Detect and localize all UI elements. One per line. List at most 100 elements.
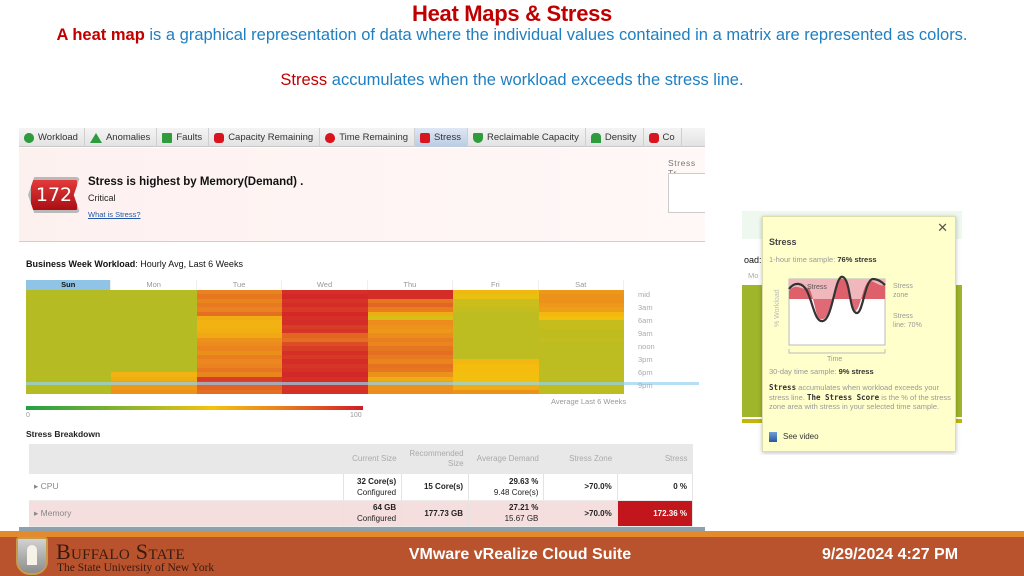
see-video-label: See video bbox=[783, 432, 819, 442]
heatmap-day-tue[interactable]: Tue bbox=[197, 280, 283, 290]
scale-min-label: 0 bbox=[26, 412, 30, 419]
heatmap-cell[interactable] bbox=[367, 389, 454, 394]
current-size-sub: Configured bbox=[356, 487, 397, 497]
zone-label-2: zone bbox=[893, 292, 908, 299]
tab-workload[interactable]: Workload bbox=[19, 128, 85, 147]
heatmap-column-sat bbox=[538, 290, 624, 394]
heatmap-day-mon[interactable]: Mon bbox=[111, 280, 197, 290]
heatmap-column-wed bbox=[282, 290, 368, 394]
heatmap-day-sat[interactable]: Sat bbox=[539, 280, 624, 290]
tab-reclaimable-capacity[interactable]: Reclaimable Capacity bbox=[468, 128, 586, 147]
table-row[interactable]: ▸ Memory 64 GB Configured 177.73 GB 27.21… bbox=[29, 500, 694, 527]
tooltip-description: Stress accumulates when workload exceeds… bbox=[769, 383, 953, 412]
stress-headline: Stress is highest by Memory(Demand) . bbox=[88, 176, 304, 188]
tab-density[interactable]: Density bbox=[586, 128, 644, 147]
row-name-label: Memory bbox=[40, 507, 72, 518]
heatmap-cell[interactable] bbox=[111, 389, 197, 394]
expand-arrow-icon[interactable]: ▸ bbox=[34, 508, 41, 518]
stress-breakdown-table: Current Size Recommended Size Average De… bbox=[29, 444, 694, 527]
heatmap-cell[interactable] bbox=[282, 389, 368, 394]
expand-arrow-icon[interactable]: ▸ bbox=[34, 481, 41, 491]
col-header-stress-zone[interactable]: Stress Zone bbox=[543, 444, 618, 474]
tab-label: Stress bbox=[434, 132, 461, 143]
heatmap-cell[interactable] bbox=[196, 389, 283, 394]
tab-capacity-remaining[interactable]: Capacity Remaining bbox=[209, 128, 321, 147]
stress-tooltip-screenshot: oad: Mo ✕ Stress 1-hour time sample: 76%… bbox=[742, 211, 962, 455]
heat-map-term: A heat map bbox=[56, 26, 145, 44]
faults-icon bbox=[162, 132, 173, 143]
average-demand-value: 27.21 % bbox=[509, 503, 539, 512]
stress-zone-cell: >70.0% bbox=[543, 474, 618, 501]
hour-sample: 1-hour time sample: 76% stress bbox=[769, 255, 877, 264]
row-name[interactable]: ▸ CPU bbox=[29, 474, 345, 501]
heatmap-column-fri bbox=[453, 290, 539, 394]
average-demand-sub: 15.67 GB bbox=[504, 514, 539, 523]
stress-summary: 172 Stress is highest by Memory(Demand) … bbox=[19, 148, 705, 242]
zone-label: Stress bbox=[893, 283, 913, 290]
tab-label: Reclaimable Capacity bbox=[486, 132, 579, 143]
hour-sample-value: 76% stress bbox=[837, 255, 877, 264]
col-header-recommended-size[interactable]: Recommended Size bbox=[401, 444, 469, 474]
stress-cell-critical: 172.36 % bbox=[617, 500, 694, 527]
row-name-label: CPU bbox=[40, 481, 59, 492]
close-icon[interactable]: ✕ bbox=[937, 220, 948, 236]
stress-term: Stress bbox=[280, 71, 328, 89]
col-header-stress[interactable]: Stress bbox=[617, 444, 693, 474]
heatmap-cell[interactable] bbox=[26, 389, 112, 394]
anomalies-icon bbox=[89, 132, 102, 143]
workload-icon bbox=[24, 132, 34, 143]
col-header-current-size[interactable]: Current Size bbox=[343, 444, 402, 474]
heatmap-time-label: 6pm bbox=[638, 368, 653, 377]
x-axis-bracket bbox=[788, 349, 886, 354]
heat-map-definition-text: is a graphical representation of data wh… bbox=[144, 26, 968, 44]
stress-score-badge: 172 bbox=[28, 177, 80, 213]
heatmap-time-label: 3pm bbox=[638, 355, 653, 364]
footer-date: 9/29/2024 4:27 PM bbox=[821, 546, 959, 563]
footer-title: VMware vRealize Cloud Suite bbox=[408, 546, 632, 563]
background-label: oad: bbox=[744, 255, 762, 265]
heatmap-time-label: 3am bbox=[638, 303, 653, 312]
heatmap-column-thu bbox=[367, 290, 454, 394]
heatmap-time-label: 6am bbox=[638, 316, 653, 325]
heatmap-time-label: noon bbox=[638, 342, 655, 351]
row-name[interactable]: ▸ Memory bbox=[29, 500, 345, 527]
current-size-cell: 64 GB Configured bbox=[343, 500, 403, 527]
what-is-stress-link[interactable]: What is Stress? bbox=[88, 210, 141, 219]
density-icon bbox=[590, 132, 601, 143]
heat-map-definition: A heat map is a graphical representation… bbox=[40, 24, 984, 47]
see-video-link[interactable]: See video bbox=[769, 432, 819, 442]
tab-stress[interactable]: Stress bbox=[415, 128, 468, 147]
table-row[interactable]: ▸ CPU 32 Core(s) Configured 15 Core(s) 29… bbox=[29, 474, 694, 501]
heatmap-title: Business Week Workload: Hourly Avg, Last… bbox=[26, 259, 243, 269]
tab-faults[interactable]: Faults bbox=[157, 128, 210, 147]
stress-diagram: Stress Stress zone Stress line: 70% % Wo… bbox=[774, 275, 922, 363]
hour-sample-label: 1-hour time sample: bbox=[769, 255, 838, 264]
tab-compliance[interactable]: Co bbox=[644, 128, 682, 147]
heatmap-cell[interactable] bbox=[453, 389, 539, 394]
heatmap-day-fri[interactable]: Fri bbox=[453, 280, 539, 290]
line-label: Stress bbox=[893, 313, 913, 320]
stress-cell: 0 % bbox=[617, 474, 694, 501]
stress-icon bbox=[420, 132, 431, 143]
average-demand-sub: 9.48 Core(s) bbox=[493, 487, 539, 497]
tab-label: Anomalies bbox=[105, 132, 151, 143]
col-header-average-demand[interactable]: Average Demand bbox=[468, 444, 544, 474]
tooltip-title: Stress bbox=[769, 237, 797, 247]
heatmap-day-thu[interactable]: Thu bbox=[368, 280, 454, 290]
heatmap-day-sun[interactable]: Sun bbox=[26, 280, 112, 290]
badge-tabs: Workload Anomalies Faults Capacity Remai… bbox=[19, 128, 705, 147]
heatmap-column-sun bbox=[26, 290, 112, 394]
buffalo-state-logo-icon bbox=[16, 537, 48, 575]
heatmap-cell[interactable] bbox=[538, 389, 624, 394]
heatmap-grid bbox=[26, 290, 624, 394]
tab-anomalies[interactable]: Anomalies bbox=[85, 128, 158, 147]
stress-trend-chart bbox=[668, 173, 705, 213]
heatmap-day-wed[interactable]: Wed bbox=[282, 280, 368, 290]
stress-zone-cell: >70.0% bbox=[543, 500, 618, 527]
x-axis-label: Time bbox=[827, 356, 842, 363]
video-icon bbox=[769, 432, 777, 442]
heatmap-column-mon bbox=[111, 290, 197, 394]
curve-label: Stress bbox=[807, 284, 827, 291]
tab-time-remaining[interactable]: Time Remaining bbox=[320, 128, 416, 147]
heatmap-title-bold: Business Week Workload bbox=[26, 259, 136, 269]
